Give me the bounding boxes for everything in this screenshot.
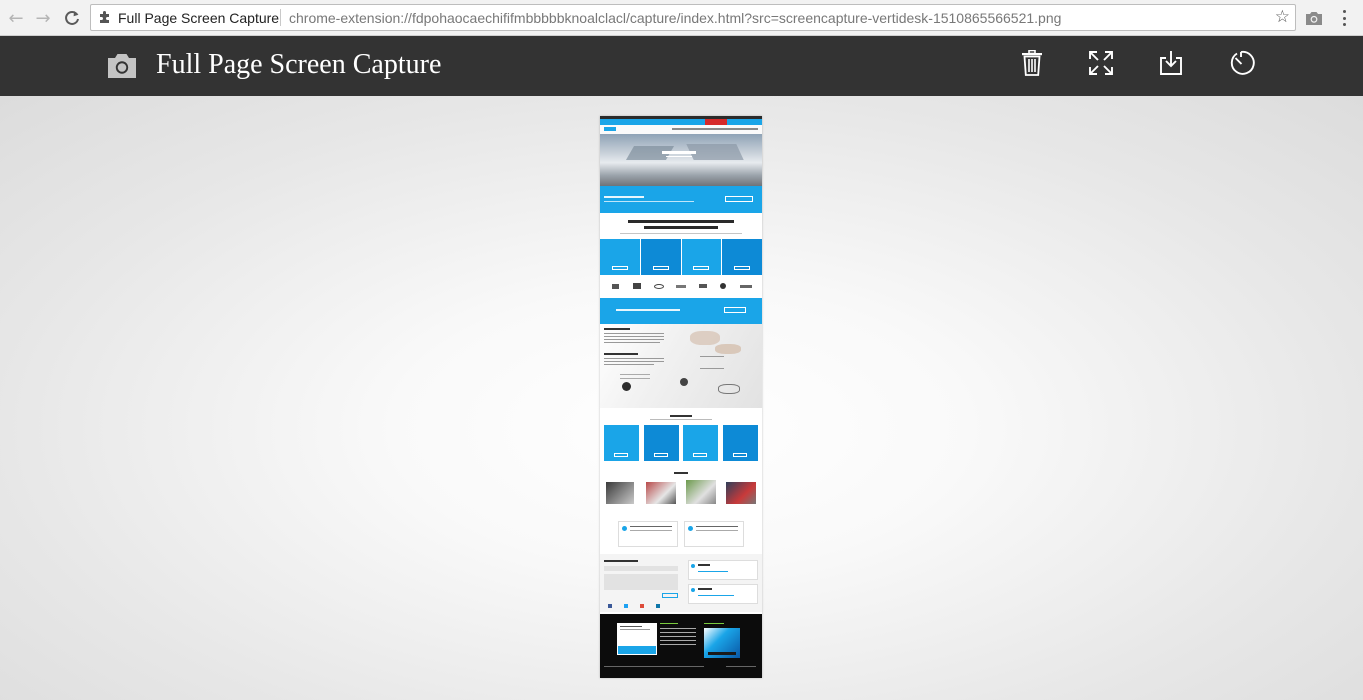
timer-button[interactable] <box>1227 48 1255 78</box>
fullscreen-button[interactable] <box>1087 48 1115 78</box>
address-divider <box>280 9 281 26</box>
timer-icon <box>1230 50 1255 75</box>
reload-icon[interactable] <box>61 7 83 29</box>
camera-icon[interactable] <box>1305 10 1323 26</box>
preview-area <box>0 96 1363 700</box>
kebab-menu-icon[interactable] <box>1340 8 1348 28</box>
address-bar[interactable]: Full Page Screen Capture chrome-extensio… <box>90 4 1296 31</box>
app-header: Full Page Screen Capture <box>0 36 1363 96</box>
trash-icon <box>1022 50 1042 76</box>
app-title: Full Page Screen Capture <box>156 49 442 80</box>
captured-screenshot[interactable] <box>600 116 762 678</box>
expand-icon <box>1089 51 1113 75</box>
forward-arrow-icon[interactable]: → <box>32 7 54 29</box>
camera-logo-icon <box>108 54 136 78</box>
url-text[interactable]: chrome-extension://fdpohaocaechififmbbbb… <box>289 10 1061 26</box>
download-button[interactable] <box>1157 48 1185 78</box>
back-arrow-icon[interactable]: ← <box>5 7 27 29</box>
browser-toolbar: ← → Full Page Screen Capture chrome-exte… <box>0 0 1363 36</box>
delete-button[interactable] <box>1018 48 1046 78</box>
download-icon <box>1160 51 1182 75</box>
page-title-chip: Full Page Screen Capture <box>118 10 280 26</box>
star-icon[interactable]: ☆ <box>1275 7 1290 27</box>
puzzle-icon <box>100 11 109 23</box>
